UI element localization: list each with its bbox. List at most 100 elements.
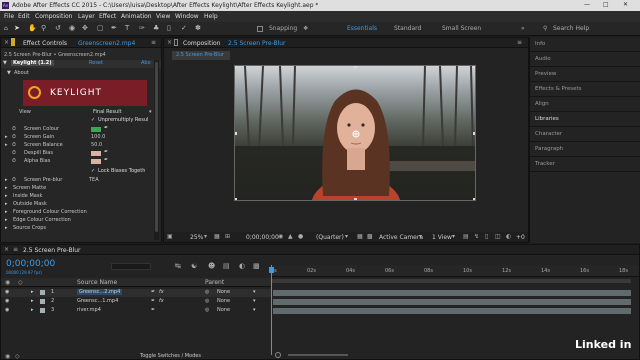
hand-tool-icon[interactable]: ✋ (28, 24, 37, 32)
lock-biases-checkbox[interactable]: ✓ (91, 168, 95, 174)
reset-link[interactable]: Reset (89, 60, 103, 66)
workspace-small-screen[interactable]: Small Screen (442, 25, 481, 32)
group-outside-mask[interactable]: Outside Mask (13, 201, 47, 207)
screen-colour-stopwatch-icon[interactable]: ⏱ (12, 126, 16, 132)
close-tab-icon[interactable]: × (4, 39, 9, 46)
screen-preblur-stopwatch-icon[interactable]: ⏱ (12, 177, 16, 183)
menu-layer[interactable]: Layer (78, 13, 95, 20)
transform-handle[interactable] (235, 198, 237, 200)
minimize-icon[interactable]: — (584, 1, 590, 8)
parent-dropdown[interactable]: None (217, 289, 230, 295)
layer-row[interactable]: ◉ ▸ 2 Greensc...1.mp4 ✒ fx ◎ None ▾ (1, 298, 271, 306)
group-expand-icon[interactable]: ▸ (5, 217, 8, 223)
search-help-input[interactable]: Search Help (553, 25, 589, 32)
transform-handle[interactable] (473, 66, 475, 68)
parent-dropdown[interactable]: None (217, 298, 230, 304)
screen-colour-swatch[interactable] (91, 127, 101, 132)
show-snapshot-icon[interactable]: ▲ (288, 233, 293, 240)
panel-menu-icon[interactable]: ≡ (13, 246, 18, 253)
transparency-grid-icon[interactable]: ▩ (367, 233, 373, 240)
panel-align[interactable]: Align (530, 97, 640, 112)
layer-expand-icon[interactable]: ▸ (31, 298, 34, 304)
panel-paragraph[interactable]: Paragraph (530, 142, 640, 157)
parent-pickwhip-icon[interactable]: ◎ (205, 298, 209, 304)
layer-duration-bar[interactable] (273, 299, 631, 305)
group-source-crops[interactable]: Source Crops (13, 225, 46, 231)
video-frame[interactable] (234, 65, 476, 201)
workspace-menu-icon[interactable]: » (521, 25, 525, 32)
selection-tool-icon[interactable]: ➤ (14, 24, 20, 32)
toggle-pixel-aspect-icon[interactable]: ▤ (463, 233, 469, 240)
camera-tool-icon[interactable]: ◉ (69, 24, 75, 32)
snapping-options-icon[interactable]: ❖ (303, 25, 308, 32)
screen-preblur-value[interactable]: TEA (89, 177, 99, 183)
screen-balance-value[interactable]: 50.0 (91, 142, 102, 148)
effect-name[interactable]: Keylight (1.2) (11, 60, 54, 66)
transform-handle[interactable] (235, 132, 237, 135)
zoom-out-icon[interactable] (275, 352, 281, 358)
transform-handle[interactable] (473, 198, 475, 200)
screen-preblur-expand-icon[interactable]: ▸ (5, 177, 8, 183)
view-dropdown[interactable]: Final Result (93, 109, 122, 115)
screen-balance-expand-icon[interactable]: ▸ (5, 142, 8, 148)
alpha-bias-stopwatch-icon[interactable]: ⏱ (12, 158, 16, 164)
comp-sub-tab[interactable]: 2.5 Screen Pre-Blur (172, 51, 230, 60)
resolution-dropdown-icon[interactable]: ▾ (345, 233, 348, 240)
menu-animation[interactable]: Animation (121, 13, 152, 20)
pen-tool-icon[interactable]: ✒ (111, 24, 117, 32)
pen-switch-icon[interactable]: ✒ (151, 307, 155, 313)
visibility-eye-icon[interactable]: ◉ (5, 289, 9, 295)
despill-bias-stopwatch-icon[interactable]: ⏱ (12, 150, 16, 156)
close-tab-icon[interactable]: × (167, 39, 172, 46)
composition-tab-name[interactable]: 2.5 Screen Pre-Blur (228, 40, 286, 47)
frame-blending-icon[interactable]: ▤ (223, 262, 230, 270)
layer-name[interactable]: river.mp4 (77, 307, 101, 313)
safe-zones-icon[interactable]: ▦ (214, 233, 220, 240)
camera-dropdown-icon[interactable]: ▾ (419, 233, 422, 240)
alpha-bias-swatch[interactable] (91, 159, 101, 164)
parent-dropdown-icon[interactable]: ▾ (253, 307, 256, 313)
maximize-icon[interactable]: □ (603, 1, 609, 8)
reset-exposure-icon[interactable]: ◐ (506, 233, 511, 240)
layer-name[interactable]: Greensc...1.mp4 (77, 298, 118, 304)
pen-switch-icon[interactable]: ✒ (151, 298, 155, 304)
layer-name[interactable]: Greensc...2.mp4 (77, 289, 123, 295)
parent-dropdown[interactable]: None (217, 307, 230, 313)
lock-icon[interactable] (174, 39, 178, 46)
group-screen-matte[interactable]: Screen Matte (13, 185, 46, 191)
snapshot-icon[interactable]: ◉ (278, 233, 283, 240)
menu-composition[interactable]: Composition (35, 13, 72, 20)
grid-icon[interactable]: ⊞ (225, 233, 230, 240)
parent-header[interactable]: Parent (205, 279, 224, 286)
exposure-value[interactable]: +0 (516, 234, 525, 241)
close-tab-icon[interactable]: × (4, 246, 9, 253)
magnification-dropdown[interactable]: 25% (190, 234, 203, 241)
view-layout-dropdown[interactable]: 1 View (432, 234, 452, 241)
brush-tool-icon[interactable]: ✑ (139, 24, 145, 32)
draft-3d-icon[interactable]: ☯ (191, 262, 197, 270)
resolution-dropdown[interactable]: (Quarter) (316, 234, 344, 241)
group-inside-mask[interactable]: Inside Mask (13, 193, 42, 199)
screen-gain-stopwatch-icon[interactable]: ⏱ (12, 134, 16, 140)
group-expand-icon[interactable]: ▸ (5, 225, 8, 231)
alpha-eyedropper-icon[interactable]: ✒ (104, 157, 108, 163)
effect-controls-tab[interactable]: Effect Controls (23, 40, 67, 47)
layer-label-color[interactable] (40, 290, 45, 295)
zoom-tool-icon[interactable]: ⚲ (41, 24, 46, 32)
menu-window[interactable]: Window (175, 13, 199, 20)
composition-tab[interactable]: Composition (183, 40, 220, 47)
pen-switch-icon[interactable]: ✒ (151, 289, 155, 295)
pan-behind-tool-icon[interactable]: ✥ (82, 24, 88, 32)
type-tool-icon[interactable]: T (125, 24, 129, 32)
eraser-tool-icon[interactable]: ▯ (167, 24, 171, 32)
panel-tracker[interactable]: Tracker (530, 157, 640, 172)
fx-switch-icon[interactable]: fx (159, 298, 164, 304)
menu-effect[interactable]: Effect (99, 13, 116, 20)
effect-controls-scrollbar[interactable] (154, 60, 159, 240)
timeline-tab[interactable]: 2.5 Screen Pre-Blur (23, 247, 81, 254)
lock-icon[interactable] (11, 38, 15, 46)
region-of-interest-icon[interactable]: ▦ (357, 233, 363, 240)
timeline-search-input[interactable] (111, 263, 151, 270)
work-area-bar[interactable] (271, 279, 631, 283)
parent-pickwhip-icon[interactable]: ◎ (205, 307, 209, 313)
